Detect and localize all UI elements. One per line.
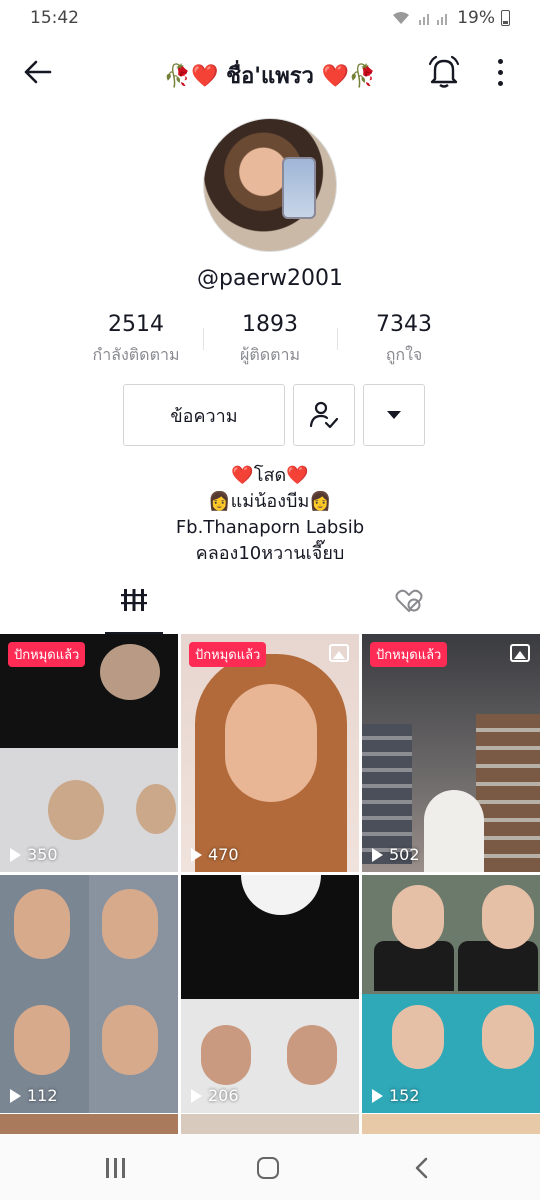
person-check-icon xyxy=(309,401,339,429)
stat-likes-label: ถูกใจ xyxy=(385,345,423,364)
thumbnail-image xyxy=(476,714,540,872)
more-vertical-icon[interactable] xyxy=(488,54,512,90)
video-thumbnail[interactable]: ปักหมุดแล้ว 350 xyxy=(0,634,178,872)
username-handle: @paerw2001 xyxy=(196,266,343,291)
thumbnail-image xyxy=(287,1025,337,1085)
view-count-text: 206 xyxy=(208,1086,239,1105)
video-thumbnail[interactable] xyxy=(362,1114,540,1134)
profile-actions: ข้อความ xyxy=(123,384,425,446)
following-status-button[interactable] xyxy=(293,384,355,446)
pinned-badge: ปักหมุดแล้ว xyxy=(8,642,86,667)
thumbnail-image xyxy=(102,1005,158,1075)
status-bar: 15:42 19% xyxy=(0,0,540,36)
thumbnail-image xyxy=(392,1005,444,1069)
thumbnail-image xyxy=(424,790,484,872)
play-icon xyxy=(10,847,21,862)
play-icon xyxy=(372,847,383,862)
home-icon[interactable] xyxy=(257,1157,279,1179)
video-thumbnail[interactable]: ปักหมุดแล้ว 470 xyxy=(181,634,359,872)
thumbnail-image xyxy=(458,941,538,991)
stat-likes-count: 7343 xyxy=(376,312,432,337)
pinned-badge: ปักหมุดแล้ว xyxy=(189,642,267,667)
status-icons: 19% xyxy=(391,8,510,28)
thumbnail-image xyxy=(102,889,158,959)
stat-followers-label: ผู้ติดตาม xyxy=(239,345,301,364)
dropdown-triangle-icon xyxy=(387,411,401,419)
thumbnail-image xyxy=(136,784,176,834)
thumbnail-image xyxy=(100,644,160,700)
video-thumbnail[interactable]: 152 xyxy=(362,875,540,1113)
tab-videos[interactable] xyxy=(105,588,163,634)
recent-apps-icon[interactable] xyxy=(106,1158,128,1178)
stat-likes[interactable]: 7343 ถูกใจ xyxy=(337,312,471,372)
grid-videos-icon xyxy=(121,589,147,611)
profile-bio: ❤️โสด❤️ 👩แม่น้องบีม👩 Fb.Thanaporn Labsib… xyxy=(0,463,540,567)
profile-stats: 2514 กำลังติดตาม 1893 ผู้ติดตาม 7343 ถูก… xyxy=(69,312,471,372)
thumbnail-image xyxy=(482,885,534,949)
view-count: 152 xyxy=(372,1086,420,1105)
view-count: 112 xyxy=(10,1086,58,1105)
tab-liked[interactable] xyxy=(380,588,438,634)
video-thumbnail[interactable]: 112 xyxy=(0,875,178,1113)
nav-back-icon[interactable] xyxy=(410,1156,434,1180)
status-time: 15:42 xyxy=(30,8,79,28)
bio-line: ❤️โสด❤️ xyxy=(231,465,309,486)
video-thumbnail[interactable]: ปักหมุดแล้ว 502 xyxy=(362,634,540,872)
view-count: 206 xyxy=(191,1086,239,1105)
system-nav-bar xyxy=(0,1134,540,1200)
suggested-accounts-button[interactable] xyxy=(363,384,425,446)
video-grid: ปักหมุดแล้ว 350 ปักหมุดแล้ว 470 ปักหมุดแ… xyxy=(0,634,540,1113)
video-grid-next-row xyxy=(0,1114,540,1134)
bell-icon[interactable] xyxy=(426,54,462,90)
pinned-badge: ปักหมุดแล้ว xyxy=(370,642,448,667)
video-thumbnail[interactable] xyxy=(0,1114,178,1134)
thumbnail-image xyxy=(48,780,104,840)
signal-icon xyxy=(419,14,448,25)
play-icon xyxy=(372,1088,383,1103)
stat-following[interactable]: 2514 กำลังติดตาม xyxy=(69,312,203,372)
play-icon xyxy=(191,847,202,862)
play-icon xyxy=(191,1088,202,1103)
thumbnail-image xyxy=(241,875,321,915)
thumbnail-image xyxy=(392,885,444,949)
thumbnail-image xyxy=(14,1005,70,1075)
stat-followers[interactable]: 1893 ผู้ติดตาม xyxy=(203,312,337,372)
bio-line: 👩แม่น้องบีม👩 xyxy=(208,491,332,512)
view-count: 470 xyxy=(191,845,239,864)
thumbnail-image xyxy=(14,889,70,959)
profile-tabs xyxy=(0,588,540,634)
battery-text: 19% xyxy=(457,8,495,28)
thumbnail-image xyxy=(225,684,317,802)
view-count: 350 xyxy=(10,845,58,864)
video-thumbnail[interactable] xyxy=(181,1114,359,1134)
profile-header: 🥀❤️ ชื่อ'แพรว ❤️🥀 xyxy=(0,44,540,98)
view-count-text: 502 xyxy=(389,845,420,864)
stat-following-label: กำลังติดตาม xyxy=(92,345,180,364)
avatar[interactable] xyxy=(203,118,337,252)
thumbnail-image xyxy=(201,1025,251,1085)
thumbnail-image xyxy=(482,1005,534,1069)
view-count-text: 470 xyxy=(208,845,239,864)
view-count-text: 350 xyxy=(27,845,58,864)
battery-icon xyxy=(501,10,510,26)
photo-icon xyxy=(510,644,530,662)
view-count-text: 112 xyxy=(27,1086,58,1105)
play-icon xyxy=(10,1088,21,1103)
thumbnail-image xyxy=(362,724,412,864)
stat-following-count: 2514 xyxy=(108,312,164,337)
photo-icon xyxy=(329,644,349,662)
video-thumbnail[interactable]: 206 xyxy=(181,875,359,1113)
stat-followers-count: 1893 xyxy=(242,312,298,337)
message-button[interactable]: ข้อความ xyxy=(123,384,285,446)
wifi-icon xyxy=(393,12,410,24)
view-count-text: 152 xyxy=(389,1086,420,1105)
liked-hidden-icon xyxy=(395,589,423,612)
bio-line: Fb.Thanaporn Labsib xyxy=(175,517,365,538)
view-count: 502 xyxy=(372,845,420,864)
bio-line: คลอง10หวานเจี๊ยบ xyxy=(195,543,345,564)
avatar-phone xyxy=(282,157,316,219)
